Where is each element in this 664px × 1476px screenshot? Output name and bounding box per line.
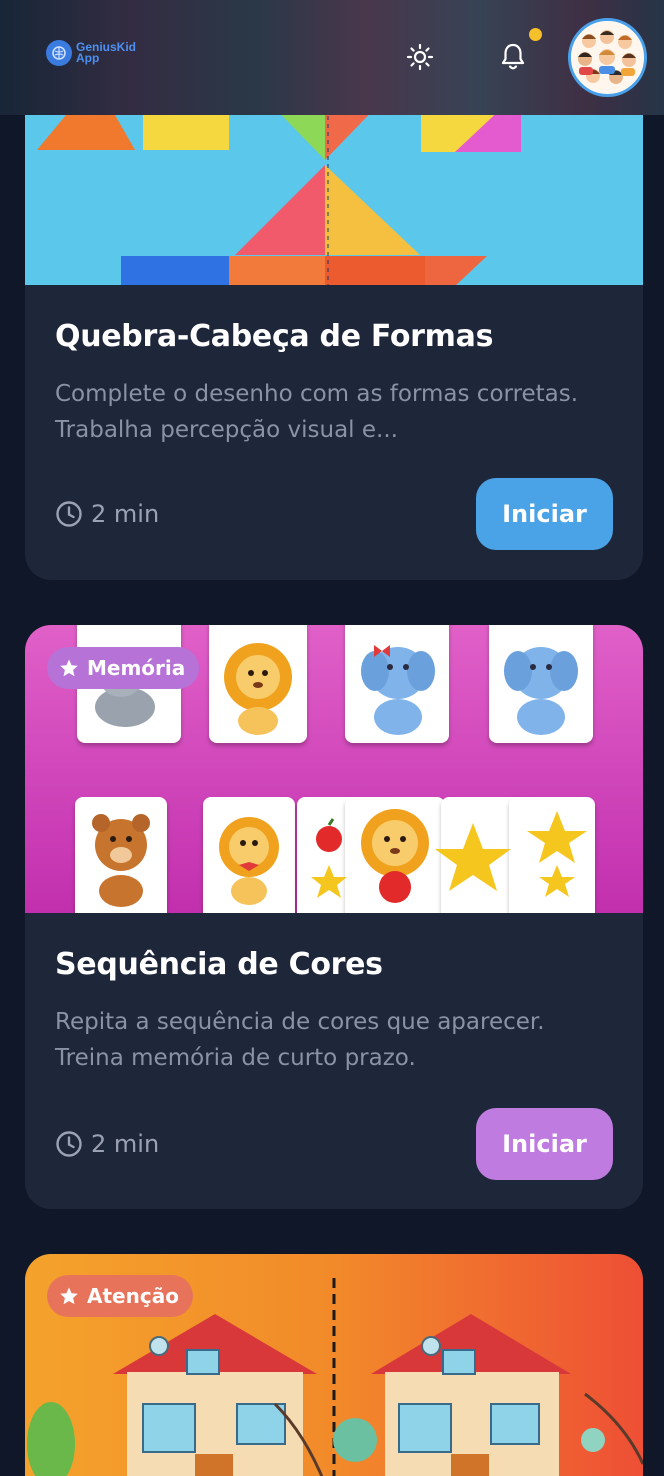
app-logo[interactable]: GeniusKid App [46, 40, 136, 66]
profile-avatar[interactable] [568, 18, 647, 97]
activity-card-color-sequence[interactable]: Memória Sequência de Cores Repita a sequ… [25, 625, 643, 1209]
notifications-button[interactable] [493, 37, 533, 77]
activity-title: Sequência de Cores [55, 947, 383, 982]
clock-icon [56, 501, 82, 527]
duration-label: 2 min [91, 1130, 160, 1158]
start-button[interactable]: Iniciar [476, 478, 613, 550]
activity-description: Repita a sequência de cores que aparecer… [55, 1009, 545, 1071]
start-button[interactable]: Iniciar [476, 1108, 613, 1180]
logo-line2: App [76, 51, 100, 65]
activity-title: Quebra-Cabeça de Formas [55, 319, 494, 354]
logo-text: GeniusKid App [76, 41, 136, 65]
memory-game-image: Memória [25, 625, 643, 913]
activity-card-shapes-puzzle[interactable]: Quebra-Cabeça de Formas Complete o desen… [25, 60, 643, 580]
badge-label: Atenção [87, 1284, 179, 1308]
sun-icon [406, 43, 434, 71]
duration: 2 min [55, 500, 159, 528]
duration: 2 min [55, 1130, 159, 1158]
star-icon [60, 1287, 78, 1305]
clock-icon [56, 1131, 82, 1157]
kids-avatar-icon [571, 21, 644, 94]
brain-icon [46, 40, 72, 66]
duration-label: 2 min [91, 500, 160, 528]
app-header: GeniusKid App [0, 0, 664, 115]
category-badge: Atenção [47, 1275, 193, 1317]
notification-dot [529, 28, 542, 41]
bell-icon [501, 43, 525, 70]
badge-label: Memória [87, 656, 186, 680]
star-icon [60, 659, 78, 677]
theme-toggle-button[interactable] [400, 37, 440, 77]
category-badge: Memória [47, 647, 200, 689]
activity-card-attention[interactable]: Atenção [25, 1254, 643, 1476]
activity-description: Complete o desenho com as formas correta… [55, 381, 579, 443]
spot-difference-image: Atenção [25, 1254, 643, 1476]
